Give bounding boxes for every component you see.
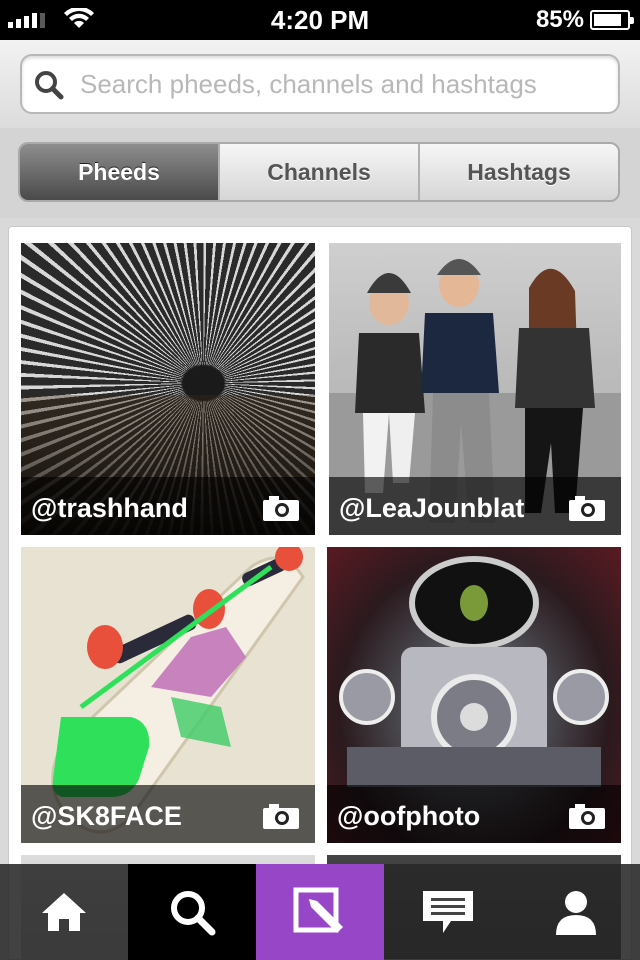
tab-search[interactable]	[128, 864, 256, 960]
grid-item-handle[interactable]: @trashhand	[31, 493, 188, 524]
grid-item[interactable]: @trashhand	[21, 243, 315, 535]
grid-item-caption: @oofphoto	[327, 785, 621, 843]
segmented-control: Pheeds Channels Hashtags	[18, 142, 620, 202]
tab-bar	[0, 864, 640, 960]
camera-icon	[569, 804, 605, 829]
camera-icon	[569, 496, 605, 521]
status-bar: 4:20 PM 85%	[0, 0, 640, 40]
home-icon	[42, 893, 86, 931]
grid-item[interactable]: @SK8FACE	[21, 547, 315, 843]
grid-item-handle[interactable]: @oofphoto	[337, 801, 480, 832]
search-input[interactable]	[80, 56, 610, 112]
search-bar-container	[0, 40, 640, 128]
camera-icon	[263, 804, 299, 829]
tab-profile[interactable]	[512, 864, 640, 960]
tab-hashtags[interactable]: Hashtags	[420, 144, 618, 200]
camera-icon	[263, 496, 299, 521]
grid-item[interactable]: @oofphoto	[327, 547, 621, 843]
grid-item-caption: @LeaJounblat	[329, 477, 621, 535]
compose-icon	[293, 887, 343, 933]
tab-messages[interactable]	[384, 864, 512, 960]
grid-item-handle[interactable]: @SK8FACE	[31, 801, 182, 832]
search-icon	[171, 891, 216, 936]
tab-channels[interactable]: Channels	[220, 144, 420, 200]
tab-pheeds[interactable]: Pheeds	[20, 144, 220, 200]
messages-icon	[423, 891, 473, 933]
tab-compose[interactable]	[256, 864, 384, 960]
search-icon	[35, 71, 64, 100]
search-box[interactable]	[20, 54, 620, 114]
segment-area: Pheeds Channels Hashtags	[0, 128, 640, 218]
grid-item-handle[interactable]: @LeaJounblat	[339, 493, 524, 524]
battery-percentage: 85%	[535, 6, 584, 33]
tab-home[interactable]	[0, 864, 128, 960]
battery-icon	[590, 10, 634, 30]
grid-item[interactable]: @LeaJounblat	[329, 243, 621, 535]
grid-item-caption: @SK8FACE	[21, 785, 315, 843]
pheed-grid: @trashhand @LeaJounblat @SK8FACE @oofpho…	[8, 226, 632, 960]
grid-item-caption: @trashhand	[21, 477, 315, 535]
profile-icon	[556, 891, 596, 935]
